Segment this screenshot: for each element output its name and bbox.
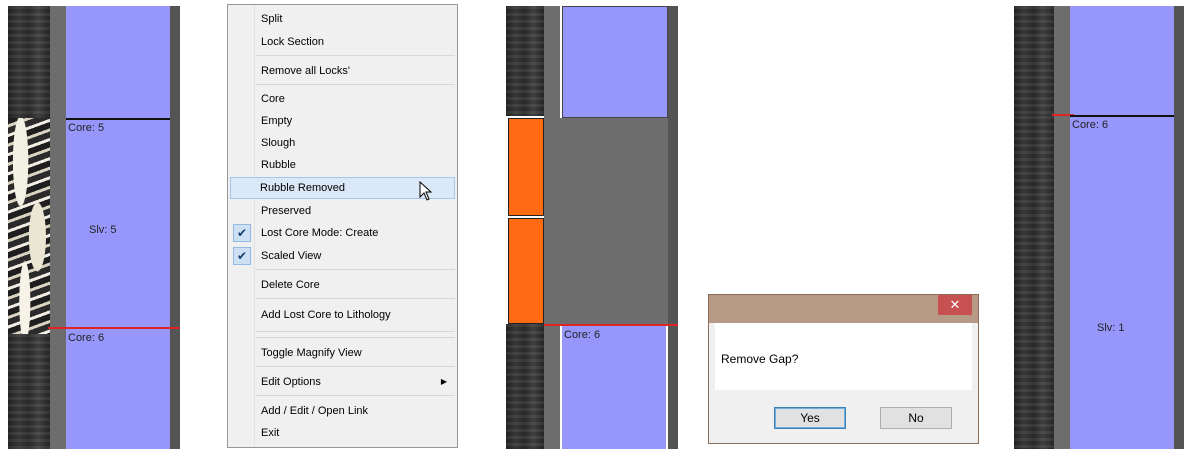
lost-core-block-upper[interactable] [508,118,544,216]
core-boundary-line [66,118,170,120]
sleeve-block-lower[interactable] [66,329,170,449]
sleeve-block-upper[interactable] [562,6,668,118]
column-edge [170,6,180,449]
menu-item-rubble-removed[interactable]: Rubble Removed [230,177,455,201]
dialog-body: Remove Gap? [715,323,972,390]
menu-item-edit-options[interactable]: Edit Options ▶ [230,372,455,392]
menu-item-lost-core-mode[interactable]: ✔ Lost Core Mode: Create [230,223,455,243]
menu-item-empty[interactable]: Empty [230,111,455,131]
context-menu: Split Lock Section Remove all Locks' Cor… [227,4,458,448]
menu-separator [256,337,455,338]
menu-separator [256,366,455,367]
menu-separator [256,298,455,299]
dialog-message: Remove Gap? [721,352,799,366]
core-photo-lower [8,334,50,449]
column-gutter [544,6,560,449]
menu-item-split[interactable]: Split [230,9,455,29]
core-panel-1: Core: 5 Slv: 5 Core: 6 [8,6,180,449]
sleeve-block-middle[interactable] [66,119,170,327]
lost-core-block-lower[interactable] [508,218,544,324]
close-button[interactable]: ✕ [938,295,972,315]
core-label-lower: Core: 6 [564,329,601,341]
menu-item-toggle-magnify[interactable]: Toggle Magnify View [230,343,455,363]
gap-region[interactable] [560,118,670,324]
menu-item-rubble[interactable]: Rubble [230,155,455,175]
core-panel-3: Core: 6 [506,6,678,449]
core-panel-5: Core: 6 Slv: 1 [1014,6,1184,449]
menu-item-slough[interactable]: Slough [230,133,455,153]
mouse-cursor-icon [419,181,433,201]
column-edge [668,6,678,449]
menu-item-delete-core[interactable]: Delete Core [230,275,455,295]
menu-separator [256,84,455,85]
menu-item-remove-all-locks[interactable]: Remove all Locks' [230,61,455,81]
sleeve-label: Slv: 1 [1097,322,1125,334]
no-button[interactable]: No [880,407,952,429]
core-label: Core: 6 [1072,119,1109,131]
core-photo-upper [506,6,544,116]
menu-item-scaled-view[interactable]: ✔ Scaled View [230,246,455,266]
core-boundary-line [1070,115,1174,117]
core-photo-upper [1014,6,1054,116]
core-photo-upper [8,6,50,118]
menu-item-lock-section[interactable]: Lock Section [230,32,455,52]
menu-separator [256,331,455,332]
yes-button[interactable]: Yes [774,407,846,429]
checkmark-icon: ✔ [233,247,251,265]
menu-item-exit[interactable]: Exit [230,423,455,443]
menu-item-preserved[interactable]: Preserved [230,201,455,221]
sleeve-label: Slv: 5 [89,224,117,236]
sleeve-block-upper[interactable] [1070,6,1174,115]
remove-gap-dialog: ✕ Remove Gap? Yes No [708,294,979,444]
checkmark-icon: ✔ [233,224,251,242]
sleeve-block-upper[interactable] [66,6,170,118]
menu-item-open-link[interactable]: Add / Edit / Open Link [230,401,455,421]
core-photo-rubble [8,118,50,334]
menu-separator [256,269,455,270]
core-photo-lower [1014,116,1054,449]
marker-line [48,327,180,329]
core-photo-lower [506,324,544,449]
menu-item-add-lost-core[interactable]: Add Lost Core to Lithology [230,305,455,325]
menu-item-core[interactable]: Core [230,89,455,109]
marker-line [544,324,678,326]
core-label-upper: Core: 5 [68,122,105,134]
column-gutter [50,6,66,449]
dialog-titlebar: ✕ [709,295,978,323]
sleeve-block-lower[interactable] [562,326,666,449]
column-gutter [1054,6,1070,449]
column-edge [1174,6,1184,449]
menu-separator [256,395,455,396]
sleeve-block-lower[interactable] [1070,117,1174,449]
close-icon: ✕ [949,297,961,312]
submenu-arrow-icon: ▶ [440,377,447,386]
menu-separator [256,55,455,56]
core-label-lower: Core: 6 [68,332,105,344]
